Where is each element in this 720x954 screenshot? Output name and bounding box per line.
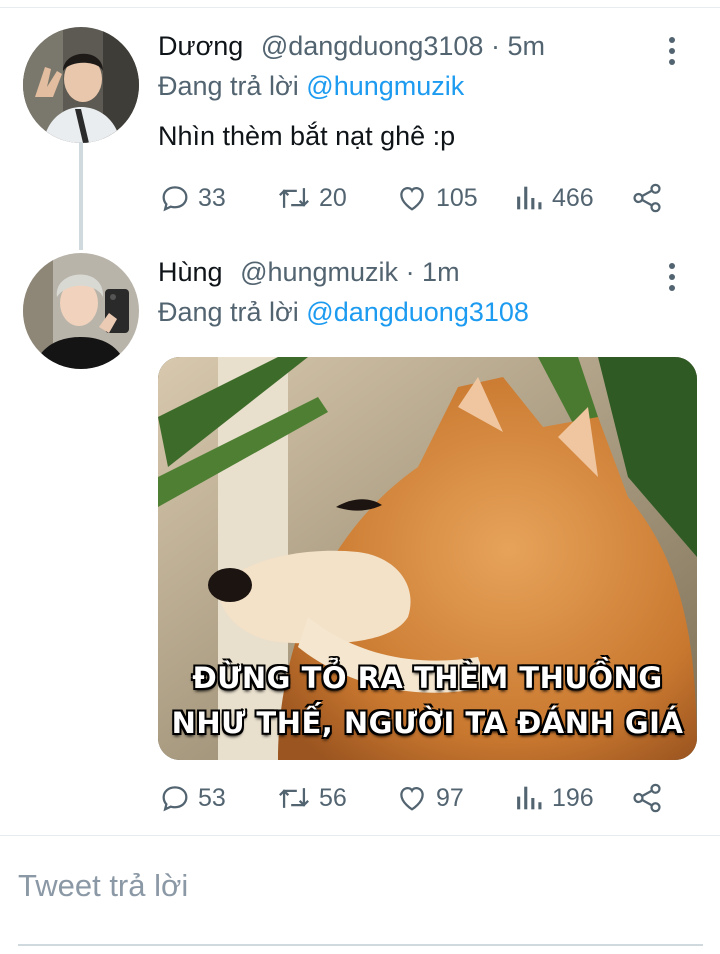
mention-link[interactable]: @dangduong3108 bbox=[306, 297, 529, 327]
views-icon bbox=[517, 186, 542, 210]
retweet-icon bbox=[279, 188, 309, 208]
author-name[interactable]: Dương bbox=[158, 31, 243, 61]
author-handle[interactable]: @hungmuzik bbox=[240, 257, 398, 287]
reply-count: 53 bbox=[198, 783, 226, 812]
retweet-button[interactable]: 20 bbox=[275, 178, 347, 218]
retweet-count: 20 bbox=[319, 183, 347, 212]
replying-to-label: Đang trả lời bbox=[158, 297, 299, 327]
shiba-meme-image bbox=[158, 357, 697, 760]
more-options-button[interactable] bbox=[662, 260, 682, 294]
like-count: 97 bbox=[436, 783, 464, 812]
more-icon bbox=[669, 263, 675, 269]
share-button[interactable] bbox=[630, 178, 670, 218]
thread-connector bbox=[79, 142, 83, 250]
views-icon bbox=[517, 786, 542, 810]
author-handle[interactable]: @dangduong3108 bbox=[261, 31, 484, 61]
mention-link[interactable]: @hungmuzik bbox=[306, 71, 464, 101]
tweet-actions: 53 56 97 196 bbox=[158, 778, 678, 818]
share-icon bbox=[633, 183, 661, 213]
meme-caption-line2: NHƯ THẾ, NGƯỜI TA ĐÁNH GIÁ bbox=[171, 706, 684, 740]
tweet-header: Dương @dangduong3108 · 5m bbox=[158, 31, 545, 62]
reply-icon bbox=[162, 786, 188, 812]
tweet-actions: 33 20 105 466 bbox=[158, 178, 678, 218]
reply-input[interactable] bbox=[18, 868, 703, 904]
tweet-1[interactable]: Dương @dangduong3108 · 5m Đang trả lời @… bbox=[0, 0, 720, 250]
reply-button[interactable]: 53 bbox=[158, 778, 226, 818]
tweet-time[interactable]: · 5m bbox=[491, 31, 545, 61]
reply-button[interactable]: 33 bbox=[158, 178, 226, 218]
retweet-icon bbox=[279, 788, 309, 808]
views-count: 466 bbox=[552, 183, 594, 212]
avatar-hung[interactable] bbox=[23, 253, 139, 369]
like-count: 105 bbox=[436, 183, 478, 212]
views-button[interactable]: 196 bbox=[514, 778, 594, 818]
like-icon bbox=[400, 186, 424, 211]
views-button[interactable]: 466 bbox=[514, 178, 594, 218]
more-options-button[interactable] bbox=[662, 34, 682, 68]
meme-caption-line1: ĐỪNG TỎ RA THÈM THUỒNG bbox=[192, 661, 663, 695]
reply-composer[interactable] bbox=[18, 868, 703, 946]
composer-divider bbox=[0, 835, 720, 836]
more-icon bbox=[669, 37, 675, 43]
tweet-text: Nhìn thèm bắt nạt ghê :p bbox=[158, 121, 456, 151]
views-count: 196 bbox=[552, 783, 594, 812]
share-button[interactable] bbox=[630, 778, 670, 818]
tweet-time[interactable]: · 1m bbox=[406, 257, 460, 287]
replying-to: Đang trả lời @dangduong3108 bbox=[158, 297, 529, 328]
reply-count: 33 bbox=[198, 183, 226, 212]
reply-icon bbox=[162, 186, 188, 212]
tweet-image[interactable]: ĐỪNG TỎ RA THÈM THUỒNG NHƯ THẾ, NGƯỜI TA… bbox=[158, 357, 697, 760]
like-button[interactable]: 97 bbox=[394, 778, 464, 818]
like-icon bbox=[400, 786, 424, 811]
share-icon bbox=[633, 783, 661, 813]
avatar-duong[interactable] bbox=[23, 27, 139, 143]
author-name[interactable]: Hùng bbox=[158, 257, 223, 287]
like-button[interactable]: 105 bbox=[394, 178, 478, 218]
retweet-button[interactable]: 56 bbox=[275, 778, 347, 818]
retweet-count: 56 bbox=[319, 783, 347, 812]
replying-to-label: Đang trả lời bbox=[158, 71, 299, 101]
tweet-header: Hùng @hungmuzik · 1m bbox=[158, 257, 460, 288]
replying-to: Đang trả lời @hungmuzik bbox=[158, 71, 464, 102]
